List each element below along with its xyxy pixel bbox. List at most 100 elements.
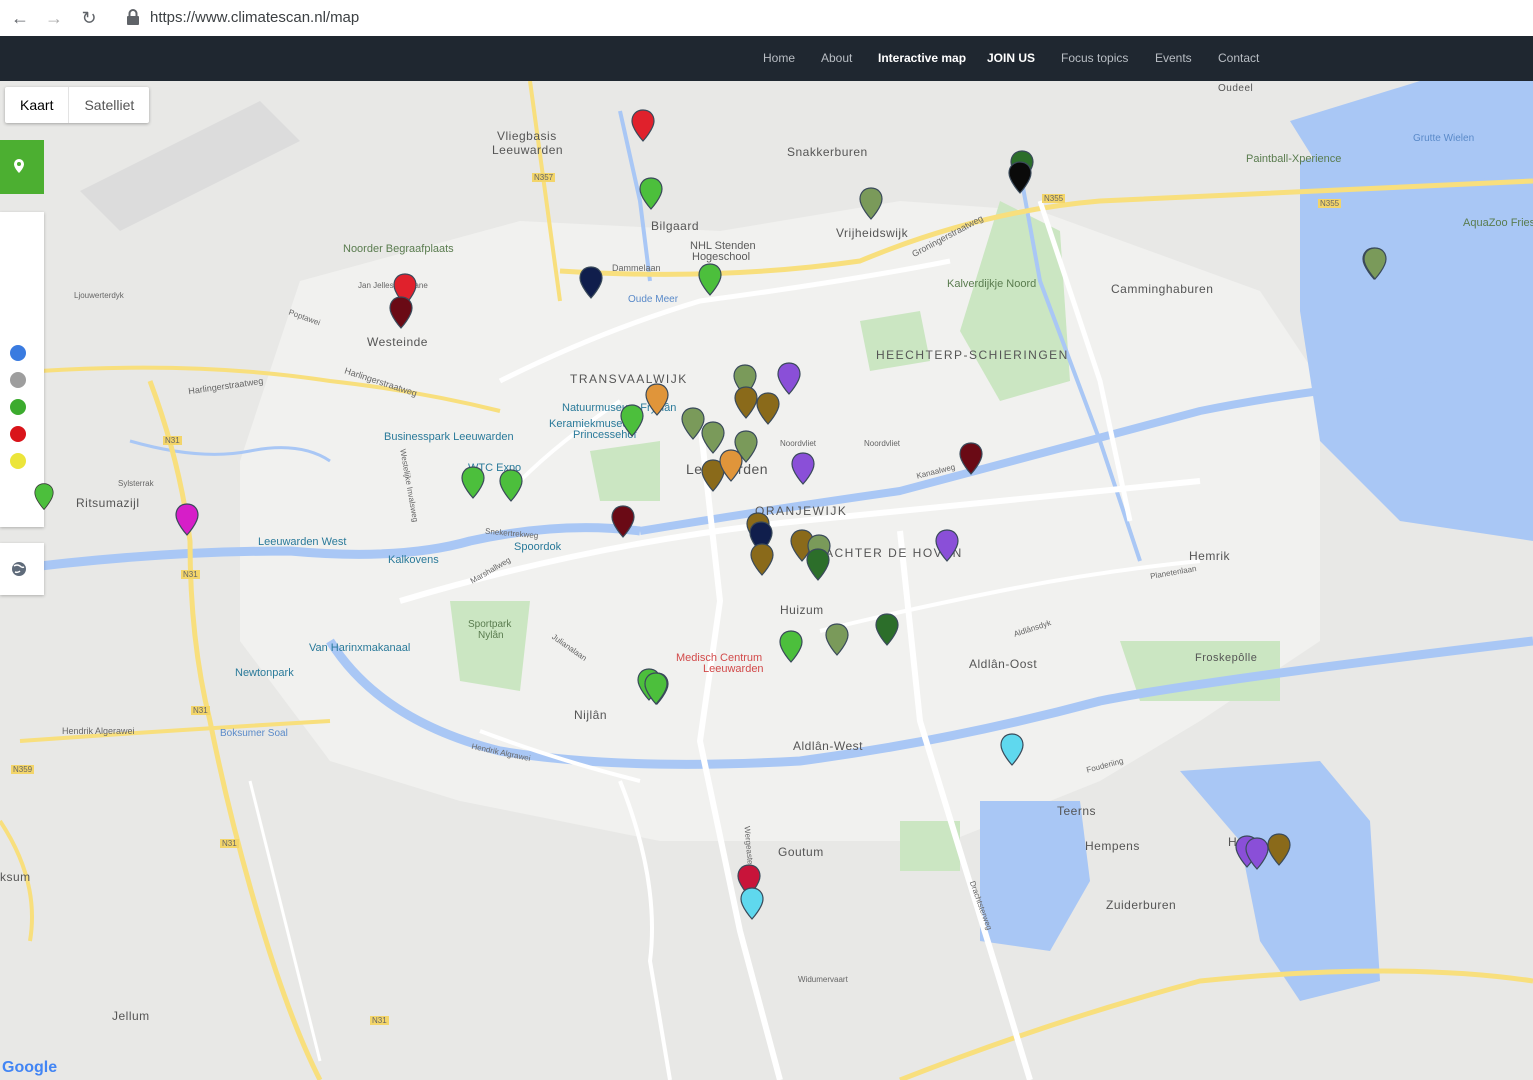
map-marker-purple[interactable]	[791, 452, 815, 486]
label-vliegbasis: Vliegbasis	[497, 129, 557, 143]
map-marker-orange[interactable]	[645, 383, 669, 417]
label-road-n357: N357	[532, 173, 556, 182]
map-marker-darkred[interactable]	[611, 505, 635, 539]
label-paintball: Paintball-Xperience	[1246, 153, 1342, 165]
label-road-n31-1: N31	[163, 436, 182, 445]
label-camminghaburen: Camminghaburen	[1111, 282, 1214, 296]
legend-dot-red[interactable]	[10, 426, 26, 442]
back-arrow-icon[interactable]: ←	[8, 6, 32, 30]
label-sportpark: Sportpark	[468, 619, 512, 630]
label-road-noordvliet-1: Noordvliet	[780, 439, 817, 448]
map-marker-cyan[interactable]	[740, 887, 764, 921]
map-marker-brown[interactable]	[1267, 833, 1291, 867]
label-teerns: Teerns	[1057, 804, 1097, 818]
nav-focus-topics[interactable]: Focus topics	[1061, 51, 1128, 65]
label-road-noordvliet-2: Noordvliet	[864, 439, 901, 448]
map-marker-darkgreen[interactable]	[806, 548, 830, 582]
map-marker-green[interactable]	[779, 630, 803, 664]
nav-contact[interactable]: Contact	[1218, 51, 1259, 65]
label-aldlan-west: Aldlân-West	[793, 739, 863, 753]
map-marker-darkred[interactable]	[959, 442, 983, 476]
map-type-kaart-button[interactable]: Kaart	[5, 87, 70, 123]
label-ritsumazijl: Ritsumazijl	[76, 496, 140, 510]
map-canvas[interactable]: Vliegbasis Leeuwarden Snakkerburen Bilga…	[0, 81, 1533, 1080]
map-marker-green[interactable]	[499, 469, 523, 503]
reload-icon[interactable]: ↻	[77, 6, 101, 30]
label-aquazoo: AquaZoo Fries	[1463, 217, 1533, 229]
map-marker-brown[interactable]	[734, 386, 758, 420]
map-marker-olive[interactable]	[859, 187, 883, 221]
site-navigation: Home About Interactive map JOIN US Focus…	[0, 36, 1533, 81]
label-froskepolle: Froskepôlle	[1195, 652, 1258, 664]
label-hempens: Hempens	[1085, 839, 1140, 853]
label-road-widumervaart: Widumervaart	[798, 975, 848, 984]
map-marker-partial[interactable]	[34, 481, 54, 513]
map-marker-darkred[interactable]	[389, 296, 413, 330]
label-newtonpark: Newtonpark	[235, 667, 294, 679]
label-bilgaard: Bilgaard	[651, 219, 700, 233]
map-marker-green[interactable]	[620, 404, 644, 438]
label-road-n31-4: N31	[220, 839, 239, 848]
map-marker-brown[interactable]	[750, 543, 774, 577]
nav-join-us[interactable]: JOIN US	[987, 51, 1035, 65]
globe-icon	[12, 562, 26, 576]
label-van-harinxmakanaal: Van Harinxmakanaal	[309, 642, 411, 654]
label-transvaalwijk: TRANSVAALWIJK	[570, 372, 688, 386]
label-westeinde: Westeinde	[367, 335, 428, 349]
globe-button[interactable]	[0, 543, 44, 595]
map-marker-purple[interactable]	[935, 529, 959, 563]
nav-events[interactable]: Events	[1155, 51, 1192, 65]
label-businesspark: Businesspark Leeuwarden	[384, 431, 514, 443]
map-type-control: Kaart Satelliet	[5, 87, 150, 123]
label-goutum: Goutum	[778, 845, 824, 859]
label-zuiderburen: Zuiderburen	[1106, 898, 1177, 912]
label-boksumer-soal: Boksumer Soal	[220, 728, 288, 739]
legend-dot-blue[interactable]	[10, 345, 26, 361]
label-road-dammelaan: Dammelaan	[612, 263, 661, 273]
label-hemrik: Hemrik	[1189, 549, 1230, 563]
label-road-n31-2: N31	[181, 570, 200, 579]
label-hogeschool: Hogeschool	[692, 251, 751, 263]
map-marker-brown[interactable]	[756, 392, 780, 426]
map-marker-olive[interactable]	[1363, 247, 1387, 281]
address-bar[interactable]: https://www.climatescan.nl/map	[150, 9, 359, 26]
legend-toggle-button[interactable]	[0, 140, 44, 194]
map-marker-green[interactable]	[461, 466, 485, 500]
map-marker-darkgreen[interactable]	[875, 613, 899, 647]
label-nylan: Nylân	[478, 630, 504, 641]
map-marker-navy[interactable]	[579, 266, 603, 300]
legend-dot-grey[interactable]	[10, 372, 26, 388]
map-marker-purple[interactable]	[1245, 837, 1269, 871]
label-leeuwarden-west: Leeuwarden West	[258, 536, 347, 548]
label-road-n355-2: N355	[1318, 199, 1342, 208]
label-ksum: ksum	[0, 870, 31, 884]
map-marker-green[interactable]	[644, 672, 668, 706]
map-marker-red[interactable]	[631, 109, 655, 143]
map-marker-purple[interactable]	[777, 362, 801, 396]
label-road-n31-3: N31	[191, 706, 210, 715]
map-type-satelliet-button[interactable]: Satelliet	[69, 87, 149, 123]
map-marker-black[interactable]	[1008, 161, 1032, 195]
map-marker-magenta[interactable]	[175, 503, 199, 537]
label-road-ljouwerterdyk: Ljouwerterdyk	[74, 291, 124, 300]
label-jellum: Jellum	[112, 1009, 150, 1023]
label-road-n31-5: N31	[370, 1016, 389, 1025]
label-snakkerburen: Snakkerburen	[787, 145, 868, 159]
legend-panel	[0, 212, 44, 527]
map-marker-green[interactable]	[639, 177, 663, 211]
map-marker-olive[interactable]	[825, 623, 849, 657]
map-marker-green[interactable]	[698, 263, 722, 297]
label-noorder-begraafplaats: Noorder Begraafplaats	[343, 243, 454, 255]
forward-arrow-icon[interactable]: →	[42, 6, 66, 30]
google-attribution: Google	[2, 1059, 58, 1076]
nav-about[interactable]: About	[821, 51, 852, 65]
map-marker-cyan[interactable]	[1000, 733, 1024, 767]
label-huizum: Huizum	[780, 603, 824, 617]
legend-dot-green[interactable]	[10, 399, 26, 415]
label-medisch-centrum-leeuwarden: Leeuwarden	[703, 663, 764, 675]
map-marker-orange[interactable]	[719, 449, 743, 483]
legend-dot-yellow[interactable]	[10, 453, 26, 469]
nav-interactive-map[interactable]: Interactive map	[878, 51, 966, 65]
nav-home[interactable]: Home	[763, 51, 795, 65]
label-vrijheidswijk: Vrijheidswijk	[836, 226, 909, 240]
